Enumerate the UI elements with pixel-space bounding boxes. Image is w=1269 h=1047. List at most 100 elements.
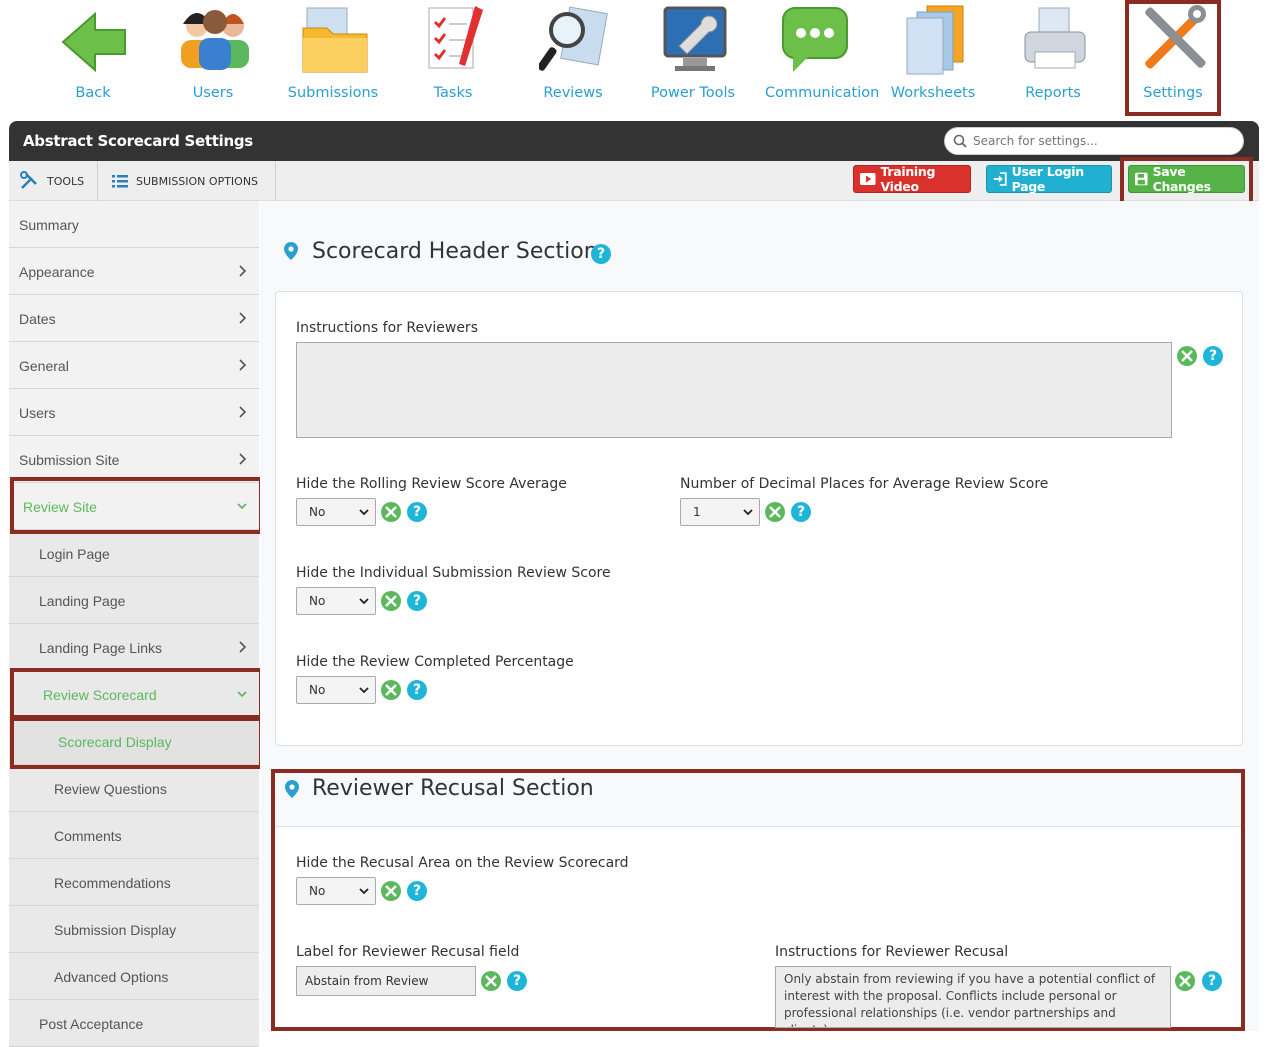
help-icon[interactable]: ? [1202,971,1222,991]
help-icon[interactable]: ? [407,502,427,522]
sidebar-item-advanced-options[interactable]: Advanced Options [9,953,259,1000]
chevron-down-icon [359,598,369,605]
sidebar-item-review-site[interactable]: Review Site [9,483,259,530]
tools-icon[interactable] [381,591,401,611]
instructions-for-reviewers-label: Instructions for Reviewers [296,320,478,336]
sidebar-item-label: Scorecard Display [58,734,172,750]
training-video-label: Training Video [880,164,936,194]
recusal-field-label-input[interactable] [296,966,476,996]
chevron-right-icon [239,406,247,418]
sidebar-item-scorecard-display[interactable]: Scorecard Display [9,718,259,765]
sidebar-item-label: Users [19,405,56,421]
nav-submissions-label: Submissions [287,85,379,101]
nav-power-tools[interactable]: Power Tools [645,0,741,116]
save-changes-label: Save Changes [1152,164,1211,194]
page-title: Abstract Scorecard Settings [23,132,253,150]
tools-icon[interactable] [381,502,401,522]
nav-worksheets-label: Worksheets [890,85,976,101]
tab-tools[interactable]: TOOLS [9,161,98,201]
scorecard-header-panel: Instructions for Reviewers ? Hide the Ro… [275,291,1243,746]
chevron-right-icon [239,312,247,324]
sidebar-item-label: Landing Page Links [39,640,162,656]
chevron-down-icon [237,691,247,698]
sidebar-item-appearance[interactable]: Appearance [9,248,259,295]
tab-submission-options-label: SUBMISSION OPTIONS [136,174,259,188]
select-value: No [309,594,326,608]
chevron-right-icon [239,453,247,465]
nav-reports[interactable]: Reports [1005,0,1101,116]
video-icon [860,172,876,186]
sidebar-item-dates[interactable]: Dates [9,295,259,342]
sidebar-item-general[interactable]: General [9,342,259,389]
tools-icon[interactable] [1177,346,1197,366]
tab-submission-options[interactable]: SUBMISSION OPTIONS [98,161,276,201]
instructions-for-reviewers-field[interactable] [296,342,1172,438]
save-changes-button[interactable]: Save Changes [1128,164,1245,194]
help-icon[interactable]: ? [1203,346,1223,366]
help-icon[interactable]: ? [407,881,427,901]
decimal-places-select[interactable]: 1 [680,498,760,526]
main-content: Scorecard Header Section ? Instructions … [260,201,1259,1031]
list-icon [112,175,128,188]
nav-tasks[interactable]: Tasks [405,0,501,116]
recusal-instructions-field[interactable]: Only abstain from reviewing if you have … [775,966,1171,1028]
chevron-down-icon [359,888,369,895]
nav-communication[interactable]: Communication [765,0,880,116]
sidebar-item-landing-page-links[interactable]: Landing Page Links [9,624,259,671]
tools-icon[interactable] [381,680,401,700]
nav-reviews[interactable]: Reviews [525,0,621,116]
sidebar-item-submission-site[interactable]: Submission Site [9,436,259,483]
recusal-field-label-label: Label for Reviewer Recusal field [296,944,520,960]
sidebar-item-submission-display[interactable]: Submission Display [9,906,259,953]
nav-settings[interactable]: Settings [1125,0,1221,116]
tools-icon[interactable] [481,971,501,991]
help-icon[interactable]: ? [791,502,811,522]
nav-reviews-label: Reviews [543,85,603,101]
hide-individual-score-select[interactable]: No [296,587,376,615]
help-icon[interactable]: ? [407,591,427,611]
search-input[interactable] [973,132,1233,150]
sidebar-item-landing-page[interactable]: Landing Page [9,577,259,624]
hide-rolling-average-label: Hide the Rolling Review Score Average [296,476,567,492]
documents-icon [906,5,964,75]
hide-completed-percentage-select[interactable]: No [296,676,376,704]
nav-worksheets[interactable]: Worksheets [885,0,981,116]
users-icon [181,10,249,70]
search-icon [953,134,967,148]
chevron-down-icon [743,509,753,516]
sidebar-item-label: Appearance [19,264,95,280]
nav-power-tools-label: Power Tools [650,85,736,101]
sidebar-item-users[interactable]: Users [9,389,259,436]
sidebar-item-post-acceptance[interactable]: Post Acceptance [9,1000,259,1047]
hide-rolling-average-select[interactable]: No [296,498,376,526]
map-pin-icon [284,242,298,260]
hide-recusal-area-select[interactable]: No [296,877,376,905]
reviewer-recusal-section: Reviewer Recusal Section Hide the Recusa… [271,769,1245,1031]
help-icon[interactable]: ? [591,244,611,264]
tools-icon[interactable] [765,502,785,522]
settings-search[interactable] [944,127,1244,155]
nav-users[interactable]: Users [165,0,261,116]
sidebar-item-label: Advanced Options [54,969,169,985]
sidebar-item-login-page[interactable]: Login Page [9,530,259,577]
chat-bubble-icon [782,7,848,72]
tools-icon[interactable] [381,881,401,901]
save-highlight: Save Changes [1120,157,1253,205]
sidebar-item-review-questions[interactable]: Review Questions [9,765,259,812]
help-icon[interactable]: ? [507,971,527,991]
sidebar-item-review-scorecard[interactable]: Review Scorecard [9,671,259,718]
sidebar-item-label: Review Scorecard [43,687,157,703]
nav-back[interactable]: Back [45,0,141,116]
sidebar-item-comments[interactable]: Comments [9,812,259,859]
training-video-button[interactable]: Training Video [853,164,971,194]
sidebar-item-summary[interactable]: Summary [9,201,259,248]
nav-communication-label: Communication [765,85,880,101]
scorecard-header-section-title: Scorecard Header Section [312,239,598,264]
sidebar-item-label: Review Site [23,499,97,515]
sidebar-item-label: Landing Page [39,593,126,609]
help-icon[interactable]: ? [407,680,427,700]
tools-icon[interactable] [1175,971,1195,991]
sidebar-item-recommendations[interactable]: Recommendations [9,859,259,906]
user-login-page-button[interactable]: User Login Page [986,164,1112,194]
nav-submissions[interactable]: Submissions [285,0,381,116]
